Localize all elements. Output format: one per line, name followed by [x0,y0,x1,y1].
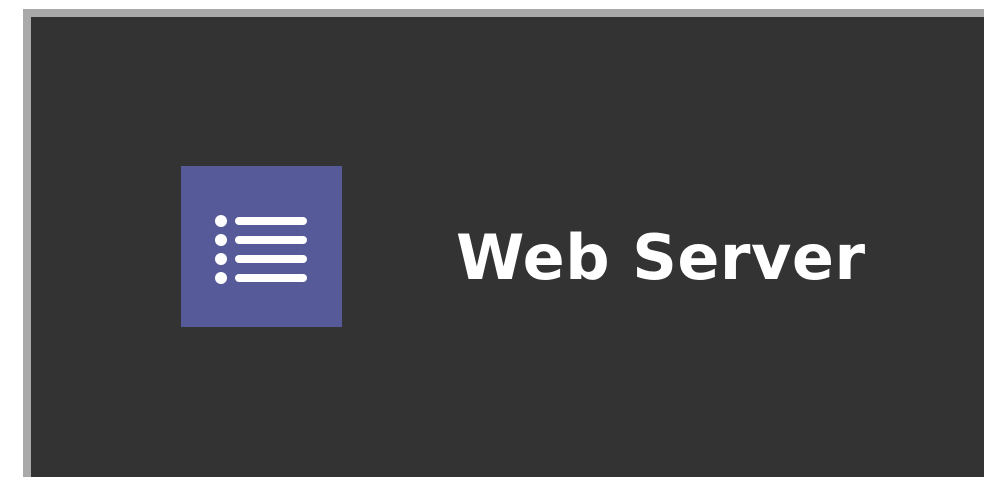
card-title: Web Server [456,221,866,294]
list-icon [181,166,342,327]
list-icon-glyph [215,215,307,284]
